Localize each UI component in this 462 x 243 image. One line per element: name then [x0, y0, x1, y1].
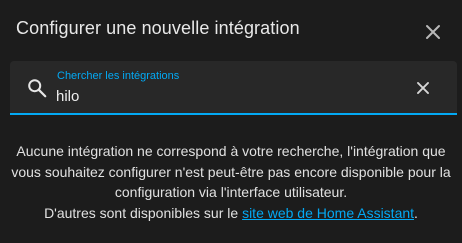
home-assistant-website-link[interactable]: site web de Home Assistant — [242, 205, 414, 221]
message-text: D'autres sont disponibles sur le — [44, 204, 243, 221]
message-line: Aucune intégration ne correspond à votre… — [16, 143, 446, 159]
close-button[interactable] — [419, 18, 447, 46]
no-results-message: Aucune intégration ne correspond à votre… — [0, 141, 462, 223]
search-icon — [28, 79, 47, 98]
close-icon — [426, 25, 440, 39]
clear-icon[interactable] — [412, 77, 434, 99]
message-text: . — [414, 204, 418, 221]
search-input[interactable] — [56, 85, 396, 107]
add-integration-dialog: Configurer une nouvelle intégration Cher… — [0, 0, 462, 243]
dialog-title: Configurer une nouvelle intégration — [16, 18, 300, 38]
message-line: configuration via l'interface utilisateu… — [114, 184, 348, 200]
search-label: Chercher les intégrations — [57, 70, 180, 82]
search-field[interactable]: Chercher les intégrations — [10, 61, 457, 115]
message-line: D'autres sont disponibles sur le site we… — [0, 203, 462, 224]
message-line: vous souhaitez configurer n'est peut-êtr… — [11, 163, 451, 180]
